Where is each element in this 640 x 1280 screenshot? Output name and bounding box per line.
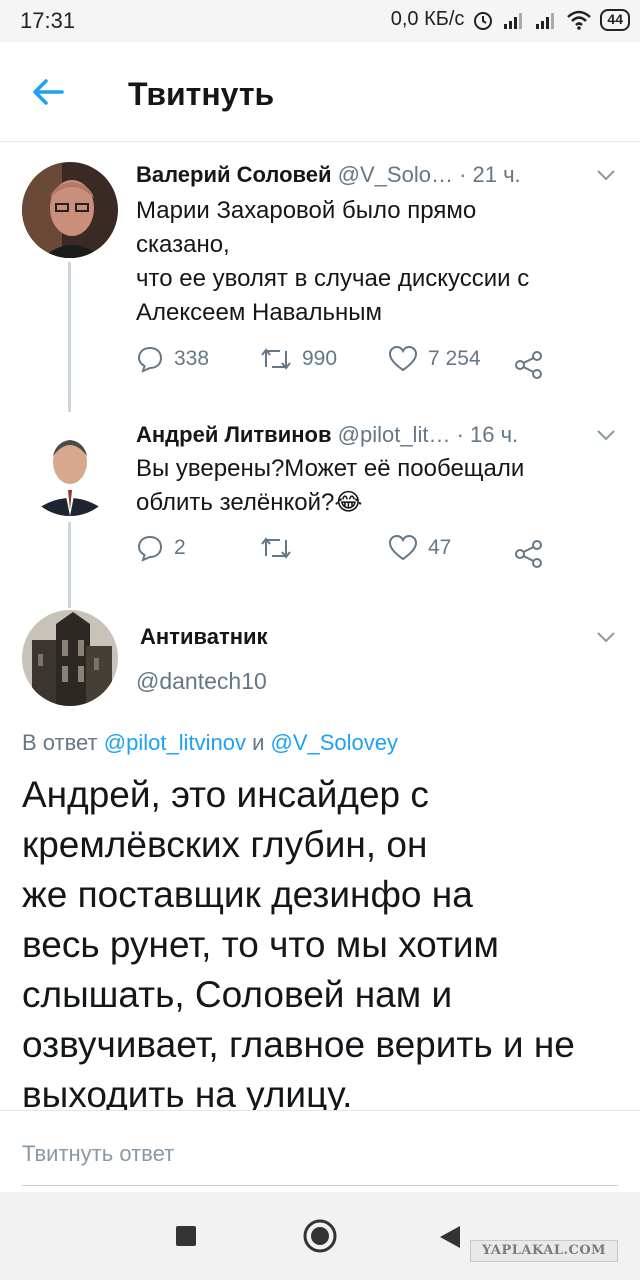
system-nav-bar — [0, 1192, 640, 1280]
reply-prefix: В ответ — [22, 730, 98, 755]
retweet-button[interactable]: 990 — [260, 345, 337, 373]
author-handle[interactable]: @pilot_lit… — [338, 422, 451, 447]
tweet-text-line: кремлёвских глубин, он — [22, 824, 428, 865]
signal-icon — [504, 12, 523, 29]
app-bar: Твитнуть — [0, 42, 640, 142]
author-name[interactable]: Андрей Литвинов — [136, 422, 332, 447]
arrow-left-icon[interactable] — [28, 72, 68, 112]
mention-link[interactable]: @V_Solovey — [271, 730, 399, 755]
tweet-actions: 2 47 — [136, 534, 556, 574]
tweet-actions: 338 990 7 254 — [136, 345, 556, 385]
tweet-text-line: озвучивает, главное верить и не — [22, 1024, 575, 1065]
like-count: 7 254 — [428, 347, 481, 370]
tweet-text-line: Алексеем Навальным — [136, 299, 383, 326]
thread-connector — [68, 522, 71, 608]
tweet-text-line: Вы уверены?Может её пообещали — [136, 455, 525, 482]
thread-connector — [68, 262, 71, 412]
tweet-text-line: весь рунет, то что мы хотим — [22, 924, 499, 965]
reply-button[interactable]: 2 — [136, 534, 186, 562]
tweet-header: Андрей Литвинов @pilot_lit… · 16 ч. — [136, 422, 518, 448]
chevron-down-icon[interactable] — [596, 630, 616, 644]
home-icon[interactable] — [302, 1218, 338, 1254]
mention-link[interactable]: @pilot_litvinov — [104, 730, 246, 755]
status-icons: 0,0 КБ/с 44 — [391, 8, 630, 31]
retweet-button[interactable] — [260, 534, 302, 562]
reply-icon — [137, 535, 163, 562]
like-button[interactable]: 47 — [388, 534, 451, 562]
reply-count: 2 — [174, 536, 186, 559]
avatar[interactable] — [22, 420, 118, 516]
page-title: Твитнуть — [128, 76, 275, 112]
tweet-text-line: Андрей, это инсайдер с — [22, 774, 429, 815]
reply-icon — [137, 346, 163, 373]
recent-apps-icon[interactable] — [174, 1224, 198, 1248]
tweet-text: Вы уверены?Может её пообещали облить зел… — [136, 452, 524, 520]
wifi-icon — [567, 10, 592, 30]
input-underline — [22, 1185, 618, 1186]
retweet-icon — [261, 348, 291, 370]
status-time: 17:31 — [20, 8, 76, 33]
tweet-time: · 21 ч. — [459, 162, 521, 187]
reply-button[interactable]: 338 — [136, 345, 209, 373]
chevron-down-icon[interactable] — [596, 428, 616, 442]
reply-composer[interactable]: Твитнуть ответ — [0, 1110, 640, 1192]
tweet-text-line: сказано, — [136, 231, 230, 258]
reply-input[interactable]: Твитнуть ответ — [22, 1141, 174, 1167]
avatar[interactable] — [22, 162, 118, 258]
reply-and: и — [252, 730, 265, 755]
heart-icon — [388, 534, 418, 561]
tweet-text-line: слышать, Соловей нам и — [22, 974, 453, 1015]
like-button[interactable]: 7 254 — [388, 345, 481, 373]
tweet-text-line: облить зелёнкой?😂 — [136, 489, 363, 516]
status-bar: 17:31 0,0 КБ/с 44 — [0, 0, 640, 42]
avatar[interactable] — [22, 610, 118, 706]
tweet-time: · 16 ч. — [456, 422, 519, 447]
reply-context: В ответ @pilot_litvinov и @V_Solovey — [22, 730, 398, 756]
tweet-text-line: что ее уволят в случае дискуссии с — [136, 265, 530, 292]
reply-count: 338 — [174, 347, 210, 370]
author-handle[interactable]: @dantech10 — [136, 668, 267, 695]
watermark: YAPLAKAL.COM — [470, 1240, 618, 1262]
tweet-text: Марии Захаровой было прямо сказано, что … — [136, 194, 529, 330]
author-name[interactable]: Антиватник — [140, 624, 268, 650]
author-handle[interactable]: @V_Solo… — [338, 162, 453, 187]
back-triangle-icon[interactable] — [438, 1224, 462, 1250]
tweet-header: Валерий Соловей @V_Solo… · 21 ч. — [136, 162, 521, 188]
tweet-text-line: Марии Захаровой было прямо — [136, 197, 477, 224]
author-name[interactable]: Валерий Соловей — [136, 162, 332, 187]
share-icon[interactable] — [514, 540, 544, 568]
retweet-icon — [261, 537, 291, 559]
main-tweet-text: Андрей, это инсайдер с кремлёвских глуби… — [22, 770, 626, 1120]
tweet-text-line: же поставщик дезинфо на — [22, 874, 473, 915]
alarm-icon — [474, 11, 493, 30]
heart-icon — [388, 345, 418, 372]
retweet-count: 990 — [302, 347, 338, 370]
signal-icon — [536, 12, 555, 29]
network-speed: 0,0 КБ/с — [390, 8, 465, 30]
like-count: 47 — [428, 536, 452, 559]
battery-icon: 44 — [600, 8, 630, 31]
chevron-down-icon[interactable] — [596, 168, 616, 182]
share-icon[interactable] — [514, 351, 544, 379]
